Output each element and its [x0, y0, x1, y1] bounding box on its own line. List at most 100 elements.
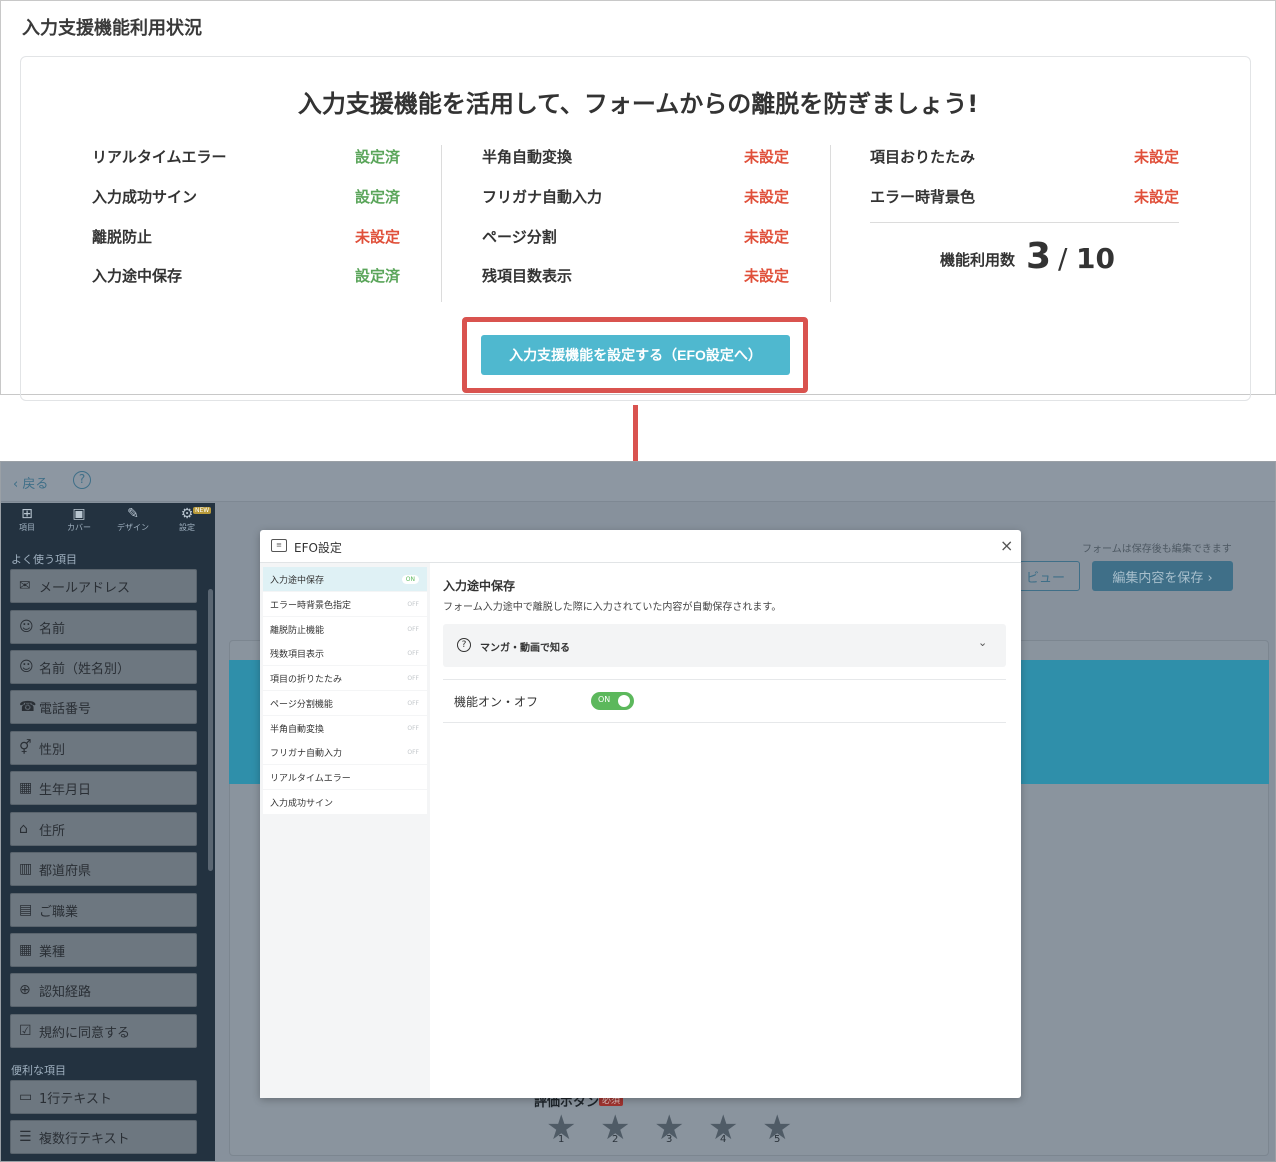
tab-design[interactable]: ✎ デザイン [107, 506, 159, 536]
feature-toggle[interactable]: ON [591, 692, 634, 710]
tab-cover[interactable]: ▣ カバー [53, 506, 105, 536]
feature-status: 未設定 [1133, 148, 1179, 166]
feature-label: ページ分割 [482, 228, 557, 246]
star-number: 1 [558, 1134, 565, 1145]
nav-label: 入力途中保存 [270, 575, 325, 586]
item-label: 名前 [39, 621, 66, 637]
open-efo-settings-button[interactable]: 入力支援機能を設定する（EFO設定へ） [481, 335, 790, 375]
nav-item-realtime-error[interactable]: リアルタイムエラー [263, 765, 427, 789]
feature-description: フォーム入力途中で離脱した際に入力されていた内容が自動保存されます。 [443, 602, 782, 613]
wand-icon: ✎ [127, 506, 139, 522]
accordion-label: マンガ・動画で知る [480, 643, 570, 654]
star-icon[interactable]: ★ 3 [654, 1111, 684, 1145]
item-industry[interactable]: ▦ 業種 [10, 933, 197, 967]
form-editor-window: ‹ 戻る ? ⊞ 項目 ▣ カバー ✎ デザイン ⚙ 設定 NEW よく使う項目 ✉ メー… [0, 461, 1276, 1162]
feature-status: 未設定 [1133, 188, 1179, 206]
efo-feature-nav: 入力途中保存 ON エラー時背景色指定 OFF 離脱防止機能 OFF 残数項目表示 OF… [260, 563, 430, 1098]
item-multi-line[interactable]: ☰ 複数行テキスト [10, 1120, 197, 1154]
item-name-split[interactable]: ☺ 名前（姓名別） [10, 650, 197, 684]
item-label: 名前（姓名別） [39, 661, 131, 677]
nav-state: OFF [407, 625, 419, 633]
textbox-icon: ▭ [19, 1089, 33, 1105]
nav-item-error-bg[interactable]: エラー時背景色指定 OFF [263, 592, 427, 616]
item-phone[interactable]: ☎ 電話番号 [10, 690, 197, 724]
editor-topbar [1, 462, 1275, 502]
badge-icon: ▤ [19, 902, 33, 918]
question-icon: ? [457, 638, 471, 652]
item-prefecture[interactable]: ▥ 都道府県 [10, 852, 197, 886]
item-source[interactable]: ⊕ 認知経路 [10, 973, 197, 1007]
sidebar-scrollbar[interactable] [208, 589, 213, 871]
tab-label: カバー [67, 523, 91, 532]
nav-item-page-split[interactable]: ページ分割機能 OFF [263, 691, 427, 715]
nav-item-input-save[interactable]: 入力途中保存 ON [263, 567, 427, 591]
section-common-label: よく使う項目 [11, 553, 77, 566]
preview-button[interactable]: ビュー [1011, 561, 1080, 591]
feature-label: 残項目数表示 [482, 267, 573, 285]
nav-item-success-sign[interactable]: 入力成功サイン [263, 790, 427, 814]
nav-label: エラー時背景色指定 [270, 600, 352, 611]
item-gender[interactable]: ⚥ 性別 [10, 731, 197, 765]
feature-label: フリガナ自動入力 [482, 188, 603, 206]
item-email[interactable]: ✉ メールアドレス [10, 569, 197, 603]
textarea-icon: ☰ [19, 1129, 32, 1145]
modal-title: EFO設定 [294, 541, 342, 555]
item-label: 性別 [39, 742, 66, 758]
learn-more-accordion[interactable]: ? マンガ・動画で知る ⌄ [443, 624, 1006, 667]
feature-status: 設定済 [354, 267, 400, 285]
item-birthday[interactable]: ▦ 生年月日 [10, 771, 197, 805]
chevron-down-icon: ⌄ [978, 636, 988, 649]
nav-label: 残数項目表示 [270, 649, 325, 660]
feature-status: 未設定 [743, 148, 789, 166]
tab-label: 項目 [19, 523, 35, 532]
item-label: 都道府県 [39, 863, 92, 879]
feature-count-separator: / [1058, 242, 1068, 275]
item-name[interactable]: ☺ 名前 [10, 610, 197, 644]
nav-item-collapse[interactable]: 項目の折りたたみ OFF [263, 666, 427, 690]
nav-item-halfwidth[interactable]: 半角自動変換 OFF [263, 716, 427, 740]
item-terms[interactable]: ☑ 規約に同意する [10, 1014, 197, 1048]
item-label: 電話番号 [39, 701, 92, 717]
item-occupation[interactable]: ▤ ご職業 [10, 893, 197, 927]
mail-icon: ✉ [19, 578, 31, 594]
nav-label: 半角自動変換 [270, 724, 325, 735]
count-divider [870, 222, 1179, 223]
nav-state: OFF [407, 674, 419, 682]
star-icon[interactable]: ★ 4 [708, 1111, 738, 1145]
phone-icon: ☎ [19, 699, 37, 715]
star-icon[interactable]: ★ 2 [600, 1111, 630, 1145]
row-divider [443, 722, 1006, 723]
globe-icon: ⊕ [19, 982, 31, 998]
nav-item-exit-prevent[interactable]: 離脱防止機能 OFF [263, 617, 427, 641]
item-label: 生年月日 [39, 782, 92, 798]
item-label: 複数行テキスト [39, 1131, 130, 1147]
item-label: 認知経路 [39, 984, 92, 1000]
close-icon[interactable]: × [1000, 536, 1013, 555]
save-button[interactable]: 編集内容を保存 › [1092, 561, 1233, 591]
back-link[interactable]: ‹ 戻る [13, 473, 48, 492]
item-single-line[interactable]: ▭ 1行テキスト [10, 1080, 197, 1114]
usage-heading: 入力支援機能利用状況 [22, 18, 202, 39]
tab-label: デザイン [117, 523, 149, 532]
plus-square-icon: ⊞ [21, 506, 33, 522]
help-icon[interactable]: ? [73, 471, 91, 489]
feature-status: 未設定 [743, 228, 789, 246]
person-icon: ☺ [19, 659, 34, 675]
feature-count-value: 3 [1026, 236, 1052, 277]
item-address[interactable]: ⌂ 住所 [10, 812, 197, 846]
star-icon[interactable]: ★ 1 [546, 1111, 576, 1145]
save-note: フォームは保存後も編集できます [1082, 544, 1232, 555]
nav-label: リアルタイムエラー [270, 773, 351, 784]
star-icon[interactable]: ★ 5 [762, 1111, 792, 1145]
nav-label: ページ分割機能 [270, 699, 333, 710]
nav-state: OFF [407, 748, 419, 756]
nav-item-furigana[interactable]: フリガナ自動入力 OFF [263, 740, 427, 764]
nav-item-remaining-count[interactable]: 残数項目表示 OFF [263, 641, 427, 665]
feature-label: 項目おりたたみ [870, 148, 976, 166]
efo-settings-modal: ≡ EFO設定 × 入力途中保存 ON エラー時背景色指定 OFF 離脱防止機能 OF… [260, 530, 1021, 1098]
home-icon: ⌂ [19, 821, 28, 837]
item-label: 住所 [39, 823, 66, 839]
item-sidebar: ⊞ 項目 ▣ カバー ✎ デザイン ⚙ 設定 NEW よく使う項目 ✉ メールアドレス ☺… [1, 503, 215, 1161]
item-label: ご職業 [39, 904, 79, 920]
tab-items[interactable]: ⊞ 項目 [1, 506, 53, 536]
